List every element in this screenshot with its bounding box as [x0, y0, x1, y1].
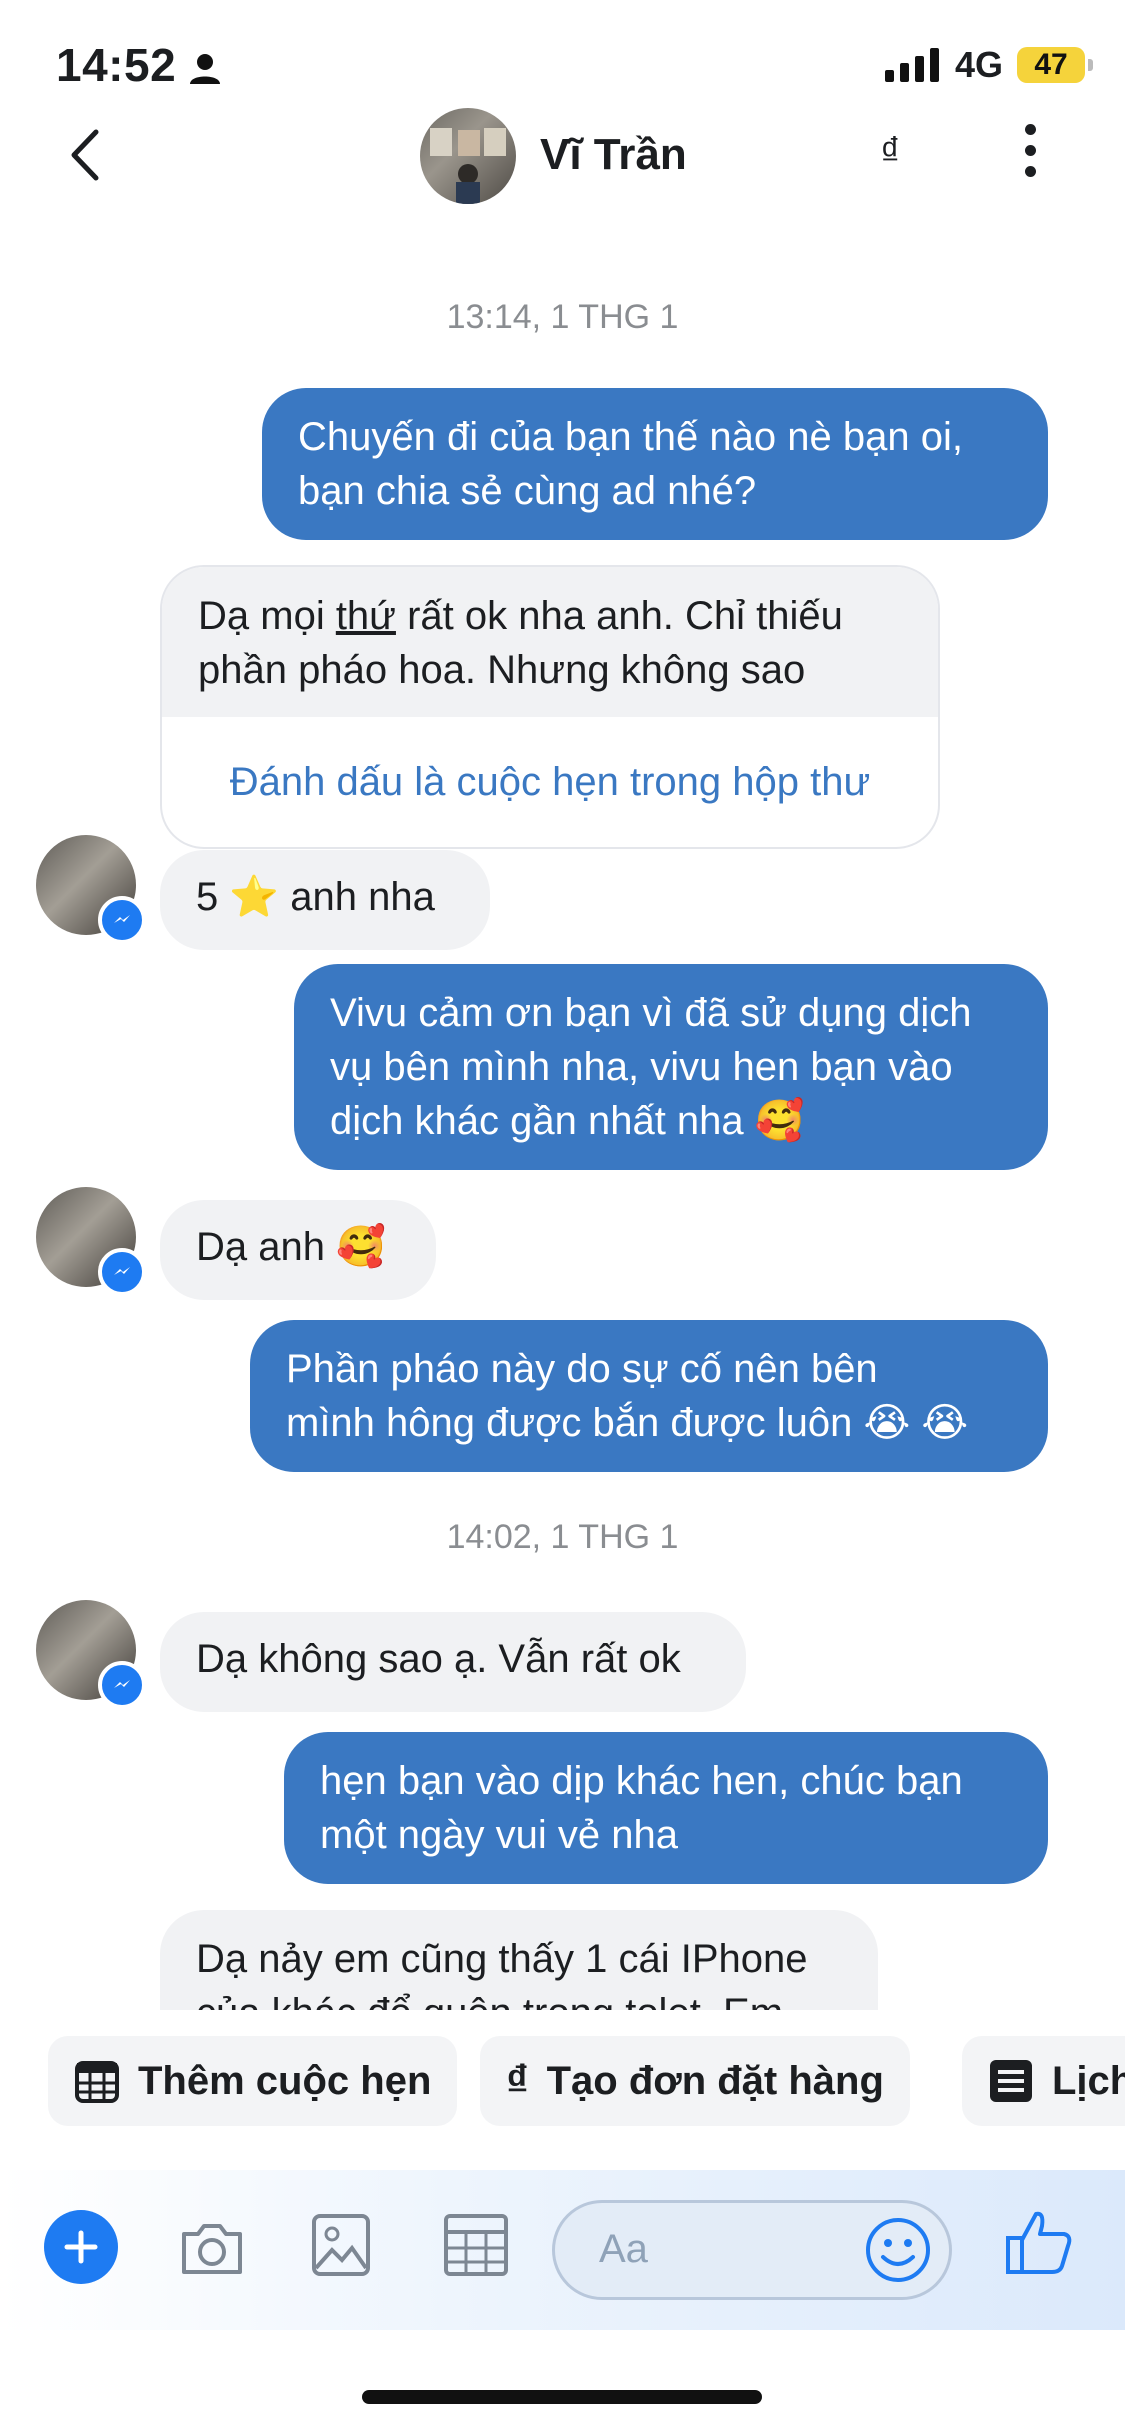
message-line: bạn chia sẻ cùng ad nhé?	[298, 469, 757, 513]
thumbs-up-icon[interactable]	[1002, 2204, 1078, 2280]
message-input-placeholder: Aa	[599, 2227, 648, 2271]
camera-icon[interactable]	[176, 2212, 248, 2284]
list-icon	[990, 2060, 1032, 2102]
status-indicators: 4G 47	[884, 44, 1093, 86]
messenger-badge-icon	[98, 896, 146, 944]
incoming-message[interactable]: 5 ⭐ anh nha	[160, 850, 490, 950]
chip-label: Thêm cuộc hẹn	[138, 2058, 432, 2103]
outgoing-message[interactable]: Chuyến đi của bạn thế nào nè bạn oi, bạn…	[262, 388, 1048, 540]
chip-label: Tạo đơn đặt hàng	[546, 2058, 884, 2103]
back-chevron-icon[interactable]	[58, 120, 118, 190]
signal-icon	[884, 48, 939, 82]
incoming-message[interactable]: Dạ nảy em cũng thấy 1 cái IPhone của khá…	[160, 1910, 878, 2010]
incoming-message[interactable]: Dạ không sao ạ. Vẫn rất ok	[160, 1612, 746, 1712]
person-icon	[190, 54, 220, 84]
message-line: Phần pháo này do sự cố nên bên	[286, 1347, 878, 1391]
plus-icon[interactable]	[44, 2210, 118, 2284]
message-input[interactable]: Aa	[552, 2200, 952, 2300]
contact-avatar[interactable]	[420, 108, 516, 204]
mark-as-appointment-link[interactable]: Đánh dấu là cuộc hẹn trong hộp thư	[162, 717, 938, 847]
underlined-word[interactable]: thứ	[336, 594, 396, 638]
message-line: vụ bên mình nha, vivu hen bạn vào	[330, 1045, 953, 1089]
chip-label: Lịch	[1052, 2058, 1125, 2103]
currency-icon: ₫	[506, 2056, 529, 2105]
messenger-badge-icon	[98, 1248, 146, 1296]
message-line: hẹn bạn vào dịp khác hen, chúc bạn	[320, 1759, 963, 1803]
chat-header: Vĩ Trần ₫	[0, 100, 1125, 220]
incoming-message[interactable]: Dạ anh 🥰	[160, 1200, 436, 1300]
message-line: dịch khác gần nhất nha 🥰	[330, 1094, 1012, 1148]
incoming-message-text: Dạ mọi thứ rất ok nha anh. Chỉ thiếu phầ…	[162, 567, 938, 717]
smiling-face-emoji: 🥰	[754, 1099, 805, 1143]
message-line: Dạ mọi thứ rất ok nha anh. Chỉ thiếu	[198, 594, 843, 638]
outgoing-message[interactable]: Phần pháo này do sự cố nên bên mình hông…	[250, 1320, 1048, 1472]
battery-indicator: 47	[1017, 47, 1093, 83]
image-icon[interactable]	[310, 2212, 372, 2278]
table-icon[interactable]	[442, 2212, 510, 2278]
message-line: Dạ nảy em cũng thấy 1 cái IPhone	[196, 1937, 808, 1981]
network-label: 4G	[954, 44, 1003, 85]
smiley-icon[interactable]	[863, 2215, 933, 2285]
message-line: Vivu cảm ơn bạn vì đã sử dụng dịch	[330, 991, 972, 1035]
status-time: 14:52	[56, 39, 177, 91]
message-line: Chuyến đi của bạn thế nào nè bạn oi,	[298, 415, 963, 459]
more-vertical-icon[interactable]	[1015, 124, 1045, 184]
composer-bar: Aa	[0, 2170, 1125, 2330]
message-line: của khác để quên trong tolet. Em	[196, 1986, 842, 2010]
message-line: một ngày vui vẻ nha	[320, 1813, 678, 1857]
create-order-chip[interactable]: ₫ Tạo đơn đặt hàng	[480, 2036, 910, 2126]
message-timestamp: 13:14, 1 THG 1	[446, 298, 679, 336]
battery-level: 47	[1034, 48, 1068, 81]
contact-name[interactable]: Vĩ Trần	[540, 130, 687, 180]
message-line: mình hông được bắn được luôn 😭 😭	[286, 1396, 1012, 1450]
crying-face-emoji: 😭 😭	[863, 1401, 969, 1445]
message-list[interactable]: 13:14, 1 THG 1 Chuyến đi của bạn thế nào…	[0, 220, 1125, 2010]
currency-icon[interactable]: ₫	[880, 130, 901, 175]
message-timestamp: 14:02, 1 THG 1	[446, 1518, 679, 1556]
calendar-icon	[75, 2061, 119, 2103]
quick-reply-bar[interactable]: Thêm cuộc hẹn ₫ Tạo đơn đặt hàng Lịch	[0, 2030, 1125, 2130]
incoming-message-card[interactable]: Dạ mọi thứ rất ok nha anh. Chỉ thiếu phầ…	[160, 565, 940, 849]
add-appointment-chip[interactable]: Thêm cuộc hẹn	[48, 2036, 458, 2126]
smiling-face-emoji: 🥰	[336, 1225, 386, 1269]
outgoing-message[interactable]: hẹn bạn vào dịp khác hen, chúc bạn một n…	[284, 1732, 1048, 1884]
outgoing-message[interactable]: Vivu cảm ơn bạn vì đã sử dụng dịch vụ bê…	[294, 964, 1048, 1170]
message-line: phần pháo hoa. Nhưng không sao	[198, 648, 806, 692]
star-emoji: ⭐	[229, 875, 280, 919]
calendar-chip[interactable]: Lịch	[962, 2036, 1125, 2126]
messenger-badge-icon	[98, 1661, 146, 1709]
home-indicator[interactable]	[362, 2390, 762, 2404]
